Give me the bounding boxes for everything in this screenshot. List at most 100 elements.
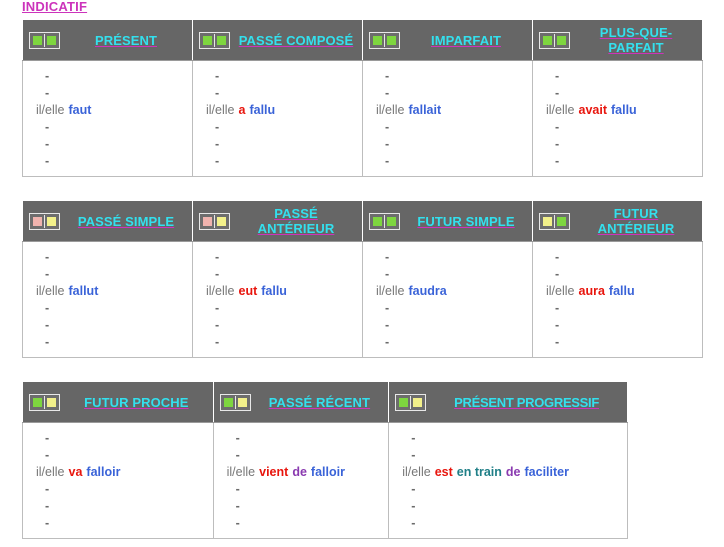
audio-speaker-icon[interactable] — [395, 393, 427, 411]
audio-male-icon[interactable] — [223, 397, 233, 407]
conjugation-placeholder-row: - — [45, 137, 50, 151]
icon-divider — [410, 395, 412, 409]
tense-table-block-2: PASSÉ SIMPLE PASSÉ ANTÉRIEUR FUTUR SIMPLE F… — [22, 200, 703, 358]
conjugation-placeholder-row: - — [235, 482, 240, 496]
conjugation-row: il/elle eut fallu — [193, 283, 362, 300]
icon-divider — [44, 33, 45, 47]
audio-male-icon[interactable] — [373, 216, 382, 226]
conjugation-placeholder-row: - — [45, 499, 50, 513]
audio-speaker-icon[interactable] — [369, 31, 400, 49]
conjugation-row: il/elle vient de falloir — [214, 464, 389, 481]
conjugation-list: - - il/elle faudra - - - — [363, 249, 532, 351]
conjugation-list: - - il/elle fallut - - - — [23, 249, 192, 351]
audio-speaker-icon[interactable] — [29, 393, 60, 411]
audio-male-icon[interactable] — [399, 397, 409, 407]
icon-divider — [234, 395, 236, 409]
tense-header-cell: IMPARFAIT — [362, 19, 533, 61]
audio-female-icon[interactable] — [47, 216, 56, 226]
conjugation-placeholder-row: - — [215, 250, 220, 264]
conjugation-list: - - il/elle vient de falloir - - - — [214, 430, 389, 532]
conjugation-placeholder-row: - — [411, 516, 416, 530]
table-row: - - il/elle fallut - - - - - il/elle eut fallu - - - - -… — [22, 241, 703, 358]
audio-speaker-icon[interactable] — [29, 31, 60, 49]
conjugated-word: fallait — [408, 103, 442, 117]
conjugation-placeholder-row: - — [45, 318, 50, 332]
pronoun-label: il/elle — [36, 103, 65, 117]
audio-speaker-icon[interactable] — [369, 212, 400, 230]
audio-female-icon[interactable] — [557, 216, 566, 226]
audio-speaker-icon[interactable] — [199, 212, 230, 230]
audio-female-icon[interactable] — [387, 216, 396, 226]
tense-table-header-row: FUTUR PROCHE PASSÉ RÉCENT PRÉSENT PROGRESS… — [22, 381, 628, 423]
conjugated-word: en train — [456, 465, 502, 479]
audio-speaker-icon[interactable] — [29, 212, 60, 230]
audio-female-icon[interactable] — [47, 397, 56, 407]
icon-divider — [44, 214, 45, 228]
conjugation-placeholder-row: - — [385, 335, 390, 349]
audio-male-icon[interactable] — [33, 216, 42, 226]
audio-male-icon[interactable] — [33, 35, 42, 45]
conjugation-row: il/elle avait fallu — [533, 102, 702, 119]
audio-male-icon[interactable] — [203, 35, 212, 45]
conjugation-row: il/elle aura fallu — [533, 283, 702, 300]
pronoun-label: il/elle — [402, 465, 431, 479]
conjugation-placeholder-row: - — [45, 448, 50, 462]
tense-table-header-row: PASSÉ SIMPLE PASSÉ ANTÉRIEUR FUTUR SIMPLE F… — [22, 200, 703, 242]
audio-female-icon[interactable] — [217, 35, 226, 45]
pronoun-label: il/elle — [376, 103, 405, 117]
tense-body-cell: - - il/elle fallut - - - — [22, 241, 193, 358]
audio-speaker-icon[interactable] — [539, 212, 570, 230]
audio-male-icon[interactable] — [33, 397, 42, 407]
conjugation-placeholder-row: - — [385, 86, 390, 100]
conjugated-word: fallu — [261, 284, 287, 298]
tense-header-cell: PRÉSENT — [22, 19, 193, 61]
tense-header-cell: PASSÉ ANTÉRIEUR — [192, 200, 363, 242]
conjugated-word: aura — [578, 284, 605, 298]
audio-female-icon[interactable] — [557, 35, 566, 45]
conjugation-placeholder-row: - — [215, 301, 220, 315]
tense-header-inner: PASSÉ SIMPLE — [23, 201, 192, 241]
audio-male-icon[interactable] — [543, 216, 552, 226]
conjugation-placeholder-row: - — [385, 120, 390, 134]
audio-speaker-icon[interactable] — [219, 393, 251, 411]
conjugation-placeholder-row: - — [215, 318, 220, 332]
icon-divider — [384, 214, 385, 228]
tense-header-cell: PASSÉ RÉCENT — [212, 381, 390, 423]
tense-name-label: PASSÉ ANTÉRIEUR — [257, 206, 335, 236]
tense-header-cell: FUTUR SIMPLE — [362, 200, 533, 242]
table-row: - - il/elle va falloir - - - - - il/elle vient de fal… — [22, 422, 628, 539]
conjugation-placeholder-row: - — [45, 431, 50, 445]
icon-divider — [554, 214, 555, 228]
audio-male-icon[interactable] — [373, 35, 382, 45]
conjugation-placeholder-row: - — [235, 448, 240, 462]
icon-divider — [44, 395, 45, 409]
conjugation-list: - - il/elle aura fallu - - - — [533, 249, 702, 351]
audio-female-icon[interactable] — [217, 216, 226, 226]
conjugation-placeholder-row: - — [235, 499, 240, 513]
conjugation-placeholder-row: - — [411, 482, 416, 496]
audio-female-icon[interactable] — [387, 35, 396, 45]
conjugation-list: - - il/elle va falloir - - - — [23, 430, 213, 532]
pronoun-label: il/elle — [206, 103, 235, 117]
tense-name-label: FUTUR ANTÉRIEUR — [597, 206, 675, 236]
audio-female-icon[interactable] — [237, 397, 247, 407]
mood-title[interactable]: INDICATIF — [22, 0, 87, 14]
audio-female-icon[interactable] — [47, 35, 56, 45]
conjugation-placeholder-row: - — [385, 250, 390, 264]
audio-female-icon[interactable] — [413, 397, 423, 407]
conjugation-placeholder-row: - — [215, 154, 220, 168]
conjugation-placeholder-row: - — [215, 120, 220, 134]
icon-divider — [214, 214, 215, 228]
conjugated-word: falloir — [86, 465, 121, 479]
audio-speaker-icon[interactable] — [199, 31, 230, 49]
tense-header-inner: IMPARFAIT — [363, 20, 532, 60]
tense-body-cell: - - il/elle est en train de faciliter - - - — [388, 422, 628, 539]
conjugation-placeholder-row: - — [45, 516, 50, 530]
conjugation-row: il/elle faut — [23, 102, 192, 119]
tense-header-cell: FUTUR ANTÉRIEUR — [532, 200, 703, 242]
tense-body-cell: - - il/elle a fallu - - - — [192, 60, 363, 177]
tense-body-cell: - - il/elle va falloir - - - — [22, 422, 214, 539]
audio-male-icon[interactable] — [543, 35, 552, 45]
audio-male-icon[interactable] — [203, 216, 212, 226]
audio-speaker-icon[interactable] — [539, 31, 570, 49]
